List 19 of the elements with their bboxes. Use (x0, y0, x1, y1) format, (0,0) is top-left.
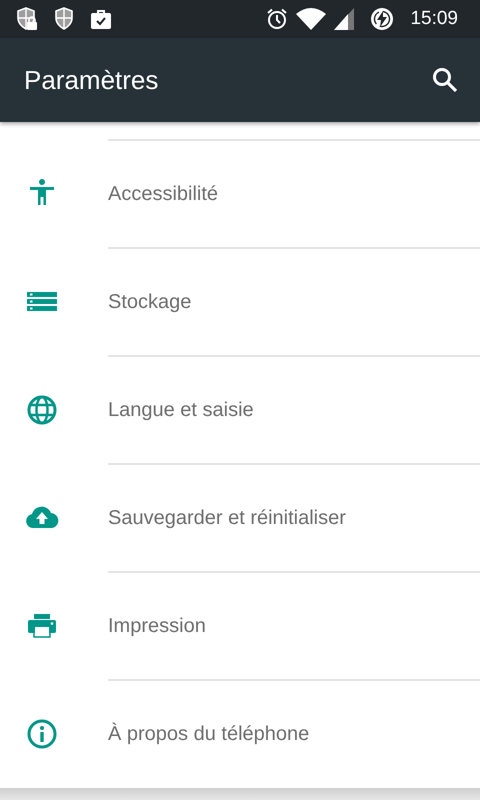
settings-item[interactable]: Accessibilité (108, 179, 218, 209)
clock-time: 15:09 (410, 6, 458, 31)
settings-item[interactable]: Stockage (108, 287, 192, 317)
briefcase-check-icon (90, 8, 112, 30)
settings-item[interactable]: Langue et saisie (108, 395, 254, 425)
settings-item[interactable]: Sauvegarder et réinitialiser (108, 503, 346, 533)
wifi-icon (296, 8, 326, 30)
bolt-circle-icon (370, 7, 394, 31)
alarm-icon (266, 8, 288, 30)
settings-item[interactable]: À propos du téléphone (108, 719, 310, 749)
settings-item[interactable]: Impression (108, 611, 206, 641)
search-icon (432, 67, 458, 93)
signal-icon (334, 8, 354, 30)
screen-title: Paramètres (24, 64, 158, 96)
shield-lock-icon (16, 7, 38, 31)
info-icon (25, 717, 59, 751)
globe-icon (25, 393, 59, 427)
shield-icon (54, 7, 74, 31)
search-button[interactable] (432, 67, 458, 93)
